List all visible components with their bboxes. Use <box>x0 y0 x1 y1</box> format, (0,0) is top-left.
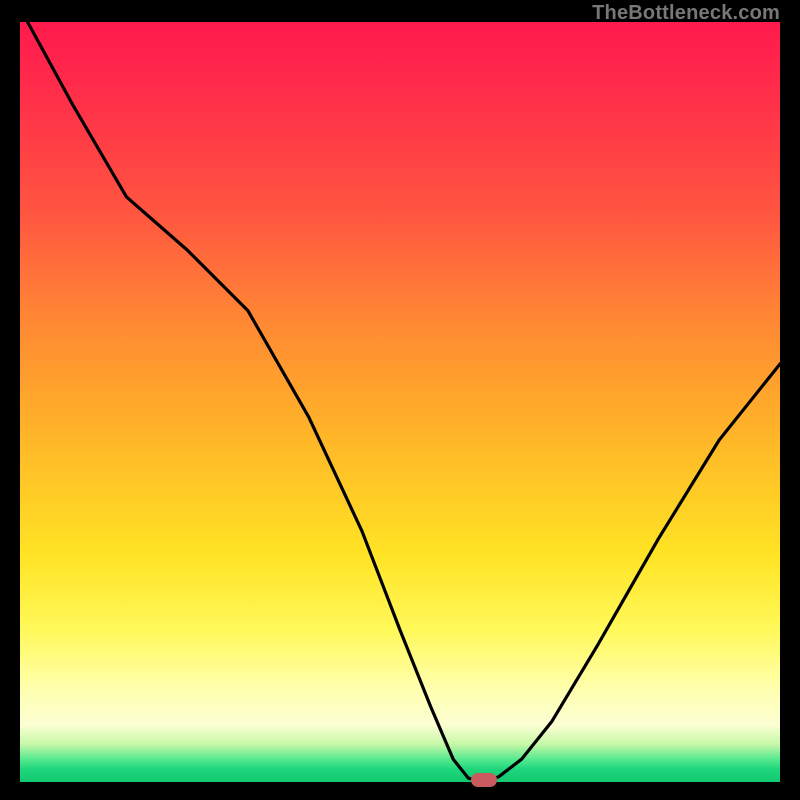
chart-frame: TheBottleneck.com <box>0 0 800 800</box>
optimum-marker <box>471 773 497 787</box>
watermark-text: TheBottleneck.com <box>592 2 780 25</box>
plot-area <box>20 22 780 782</box>
bottleneck-curve <box>20 22 780 782</box>
